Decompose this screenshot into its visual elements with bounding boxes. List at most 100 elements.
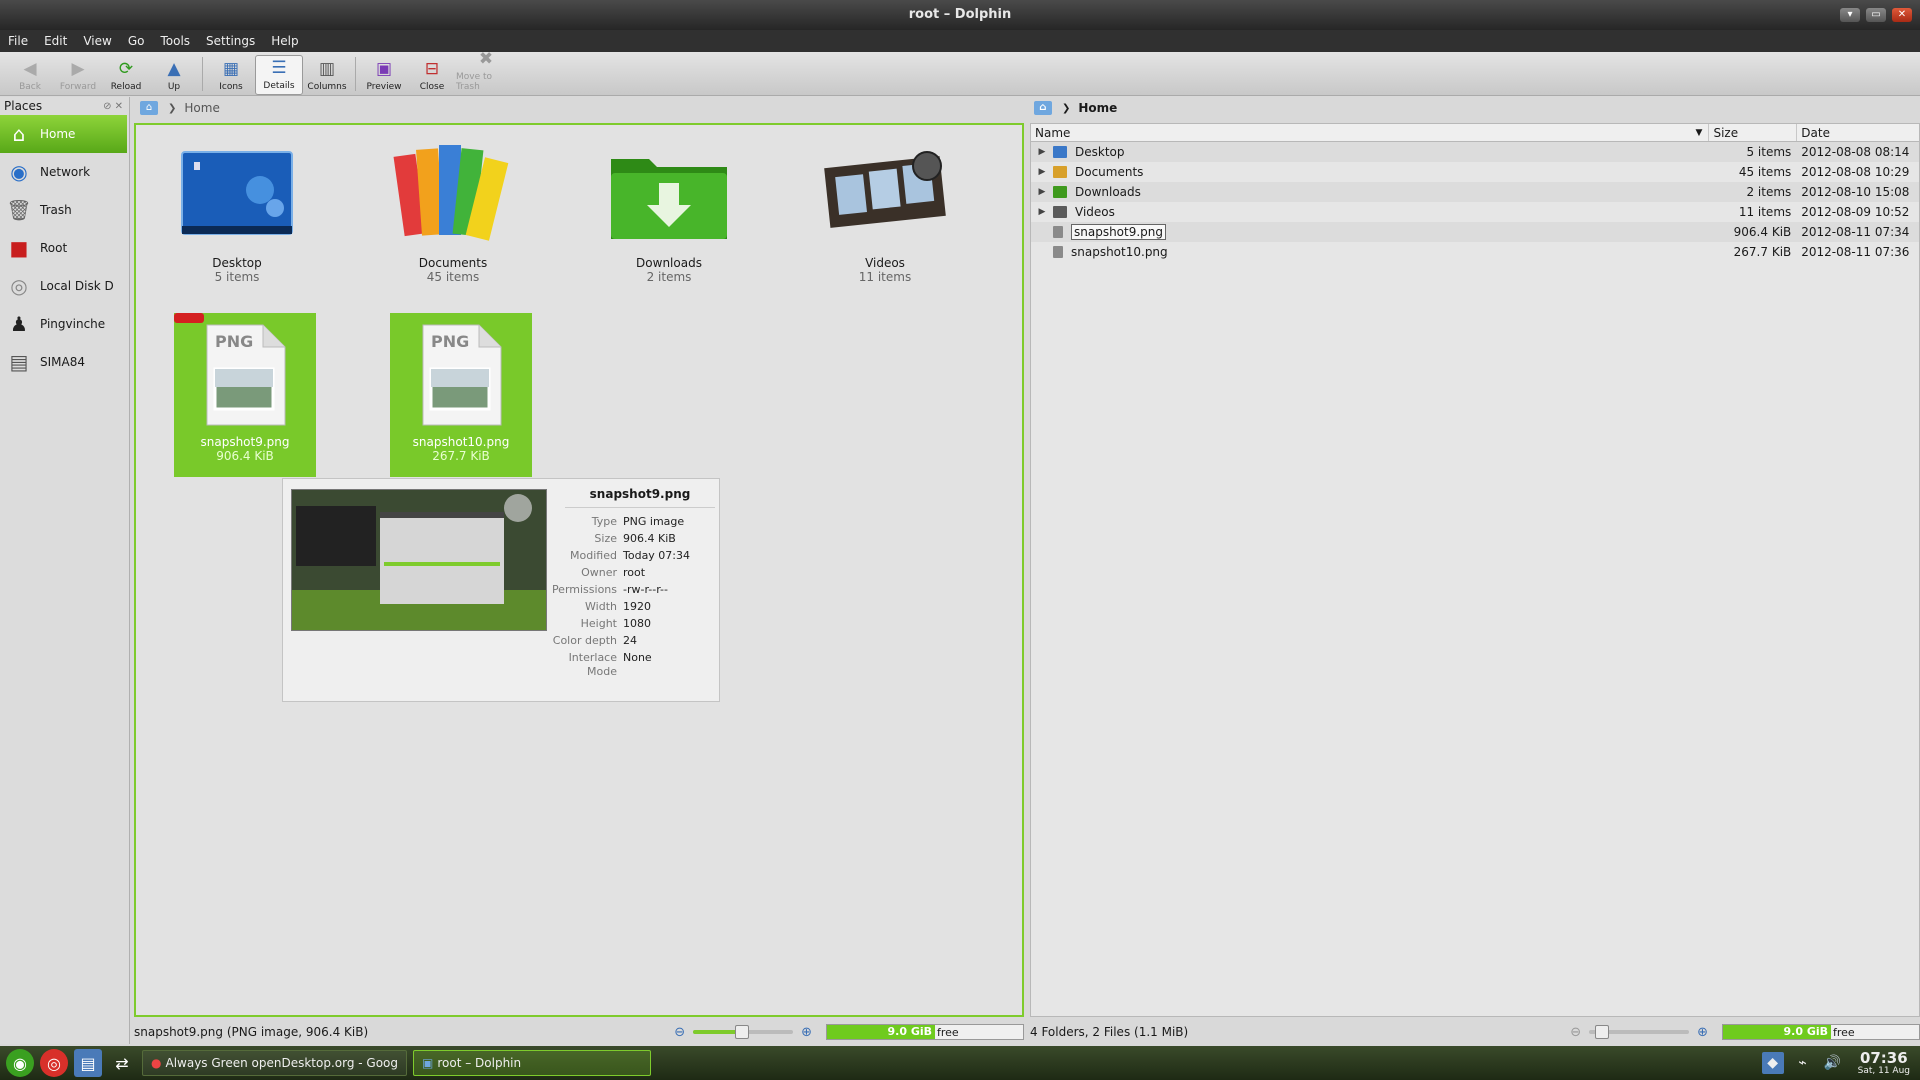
table-row[interactable]: snapshot10.png 267.7 KiB 2012-08-11 07:3…	[1031, 242, 1919, 262]
place-pingvinche[interactable]: ♟ Pingvinche	[0, 305, 129, 343]
grid-item-downloads[interactable]: Downloads 2 items	[598, 135, 740, 284]
breadcrumb: ⌂ ❯ Home	[1030, 97, 1920, 119]
preview-button[interactable]: ▣ Preview	[360, 55, 408, 95]
image-file-icon	[1053, 246, 1063, 258]
grid-item-documents[interactable]: Documents 45 items	[382, 135, 524, 284]
column-header-date[interactable]: Date	[1797, 124, 1919, 141]
columns-view-icon: ▥	[318, 59, 336, 79]
window-titlebar: root – Dolphin ▾ ▭ ✕	[0, 0, 1920, 30]
places-panel: Places ⊘ ✕ ⌂ Home ◉ Network 🗑 Trash ■ Ro…	[0, 97, 130, 1044]
zoom-slider-handle[interactable]	[735, 1025, 750, 1039]
close-split-button[interactable]: ⊟ Close	[408, 55, 456, 95]
place-home[interactable]: ⌂ Home	[0, 115, 127, 153]
breadcrumb-home[interactable]: Home	[184, 101, 219, 115]
folder-icon	[1053, 166, 1067, 178]
expand-arrow-icon[interactable]: ▶	[1035, 187, 1049, 197]
close-panel-icon[interactable]: ⊘ ✕	[103, 101, 123, 112]
table-row[interactable]: ▶ Desktop 5 items 2012-08-08 08:14	[1031, 142, 1919, 162]
zoom-slider[interactable]	[693, 1025, 794, 1039]
zoom-slider-fill	[693, 1030, 742, 1034]
zoom-in-icon[interactable]: ⊕	[1697, 1025, 1708, 1040]
folder-icon	[1053, 206, 1067, 218]
dolphin-icon: ▣	[422, 1056, 434, 1070]
grid-item-videos[interactable]: Videos 11 items	[814, 135, 956, 284]
home-icon[interactable]: ⌂	[1034, 101, 1052, 115]
svg-text:PNG: PNG	[215, 332, 253, 351]
table-row[interactable]: ▶ Documents 45 items 2012-08-08 10:29	[1031, 162, 1919, 182]
task-dolphin[interactable]: ▣ root – Dolphin	[413, 1050, 652, 1076]
details-view-button[interactable]: ☰ Details	[255, 55, 303, 95]
window-title: root – Dolphin	[908, 7, 1012, 22]
network-manager-icon[interactable]: ⌁	[1792, 1052, 1814, 1074]
hard-disk-icon: ◎	[10, 274, 28, 298]
trash-icon: 🗑	[6, 198, 32, 222]
chrome-icon: ●	[151, 1056, 162, 1070]
home-icon[interactable]: ⌂	[140, 101, 158, 115]
clock[interactable]: 07:36 Sat, 11 Aug	[1858, 1050, 1910, 1076]
menu-file[interactable]: File	[8, 34, 28, 48]
icons-view-button[interactable]: ▦ Icons	[207, 55, 255, 95]
free-space-label: free	[1833, 1025, 1855, 1039]
globe-icon: ◉	[10, 160, 28, 184]
desktop-folder-icon	[166, 135, 308, 250]
breadcrumb-home[interactable]: Home	[1078, 101, 1117, 115]
volume-icon[interactable]: 🔊	[1822, 1052, 1844, 1074]
arrow-up-icon: ▲	[167, 59, 181, 79]
grid-item-snapshot9[interactable]: PNG snapshot9.png 906.4 KiB	[174, 313, 316, 477]
trash-x-icon: ✖	[478, 49, 494, 69]
zoom-slider-handle[interactable]	[1595, 1025, 1610, 1039]
back-button[interactable]: ◀ Back	[6, 55, 54, 95]
columns-view-button[interactable]: ▥ Columns	[303, 55, 351, 95]
place-local-disk-d[interactable]: ◎ Local Disk D	[0, 267, 129, 305]
table-row[interactable]: ▶ Videos 11 items 2012-08-09 10:52	[1031, 202, 1919, 222]
place-root[interactable]: ■ Root	[0, 229, 129, 267]
table-row[interactable]: ▶ Downloads 2 items 2012-08-10 15:08	[1031, 182, 1919, 202]
column-header-name[interactable]: Name ▼	[1031, 124, 1710, 141]
zoom-in-icon[interactable]: ⊕	[801, 1025, 812, 1040]
place-sima84[interactable]: ▤ SIMA84	[0, 343, 129, 381]
zoom-out-icon[interactable]: ⊖	[674, 1025, 685, 1040]
menu-view[interactable]: View	[83, 34, 111, 48]
app-launcher-icon[interactable]: ◉	[6, 1049, 34, 1077]
expand-arrow-icon[interactable]: ▶	[1035, 207, 1049, 217]
maximize-button[interactable]: ▭	[1866, 8, 1886, 22]
table-row[interactable]: snapshot9.png 906.4 KiB 2012-08-11 07:34	[1031, 222, 1919, 242]
zoom-out-icon[interactable]: ⊖	[1570, 1025, 1581, 1040]
menu-go[interactable]: Go	[128, 34, 145, 48]
folder-summary-status: 4 Folders, 2 Files (1.1 MiB)	[1030, 1025, 1189, 1039]
up-button[interactable]: ▲ Up	[150, 55, 198, 95]
menu-settings[interactable]: Settings	[206, 34, 255, 48]
reload-button[interactable]: ⟳ Reload	[102, 55, 150, 95]
selection-toggle-icon[interactable]	[174, 313, 204, 323]
details-header: Name ▼ Size Date	[1031, 124, 1919, 142]
menu-edit[interactable]: Edit	[44, 34, 67, 48]
move-to-trash-button[interactable]: ✖ Move to Trash	[456, 49, 516, 95]
chrome-browser-icon[interactable]: ◎	[40, 1049, 68, 1077]
details-view[interactable]: Name ▼ Size Date ▶ Desktop 5 items 2012-0…	[1030, 123, 1920, 1017]
expand-arrow-icon[interactable]: ▶	[1035, 167, 1049, 177]
grid-item-desktop[interactable]: Desktop 5 items	[166, 135, 308, 284]
penguin-icon: ♟	[10, 312, 28, 336]
place-network[interactable]: ◉ Network	[0, 153, 129, 191]
task-chrome[interactable]: ● Always Green openDesktop.org - Goog	[142, 1050, 408, 1076]
network-icon[interactable]: ⇄	[108, 1049, 136, 1077]
menu-tools[interactable]: Tools	[160, 34, 190, 48]
klipper-icon[interactable]: ◆	[1761, 1052, 1784, 1074]
places-title: Places	[4, 99, 43, 113]
minimize-button[interactable]: ▾	[1840, 8, 1860, 22]
forward-button[interactable]: ▶ Forward	[54, 55, 102, 95]
free-space-value: 9.0 GiB	[827, 1025, 935, 1039]
zoom-slider[interactable]	[1589, 1025, 1690, 1039]
column-header-size[interactable]: Size	[1709, 124, 1798, 141]
file-manager-icon[interactable]: ▤	[74, 1049, 102, 1077]
menu-help[interactable]: Help	[271, 34, 298, 48]
grid-item-snapshot10[interactable]: PNG snapshot10.png 267.7 KiB	[390, 313, 532, 477]
chevron-right-icon: ❯	[1062, 102, 1071, 114]
preview-icon: ▣	[375, 59, 393, 79]
left-view-pane: ⌂ ❯ Home Desktop 5 items Documents 45 it…	[134, 97, 1024, 1017]
rename-field[interactable]: snapshot9.png	[1071, 224, 1167, 240]
free-space-bar: 9.0 GiB free	[1722, 1024, 1920, 1040]
expand-arrow-icon[interactable]: ▶	[1035, 147, 1049, 157]
place-trash[interactable]: 🗑 Trash	[0, 191, 129, 229]
close-window-button[interactable]: ✕	[1892, 8, 1912, 22]
